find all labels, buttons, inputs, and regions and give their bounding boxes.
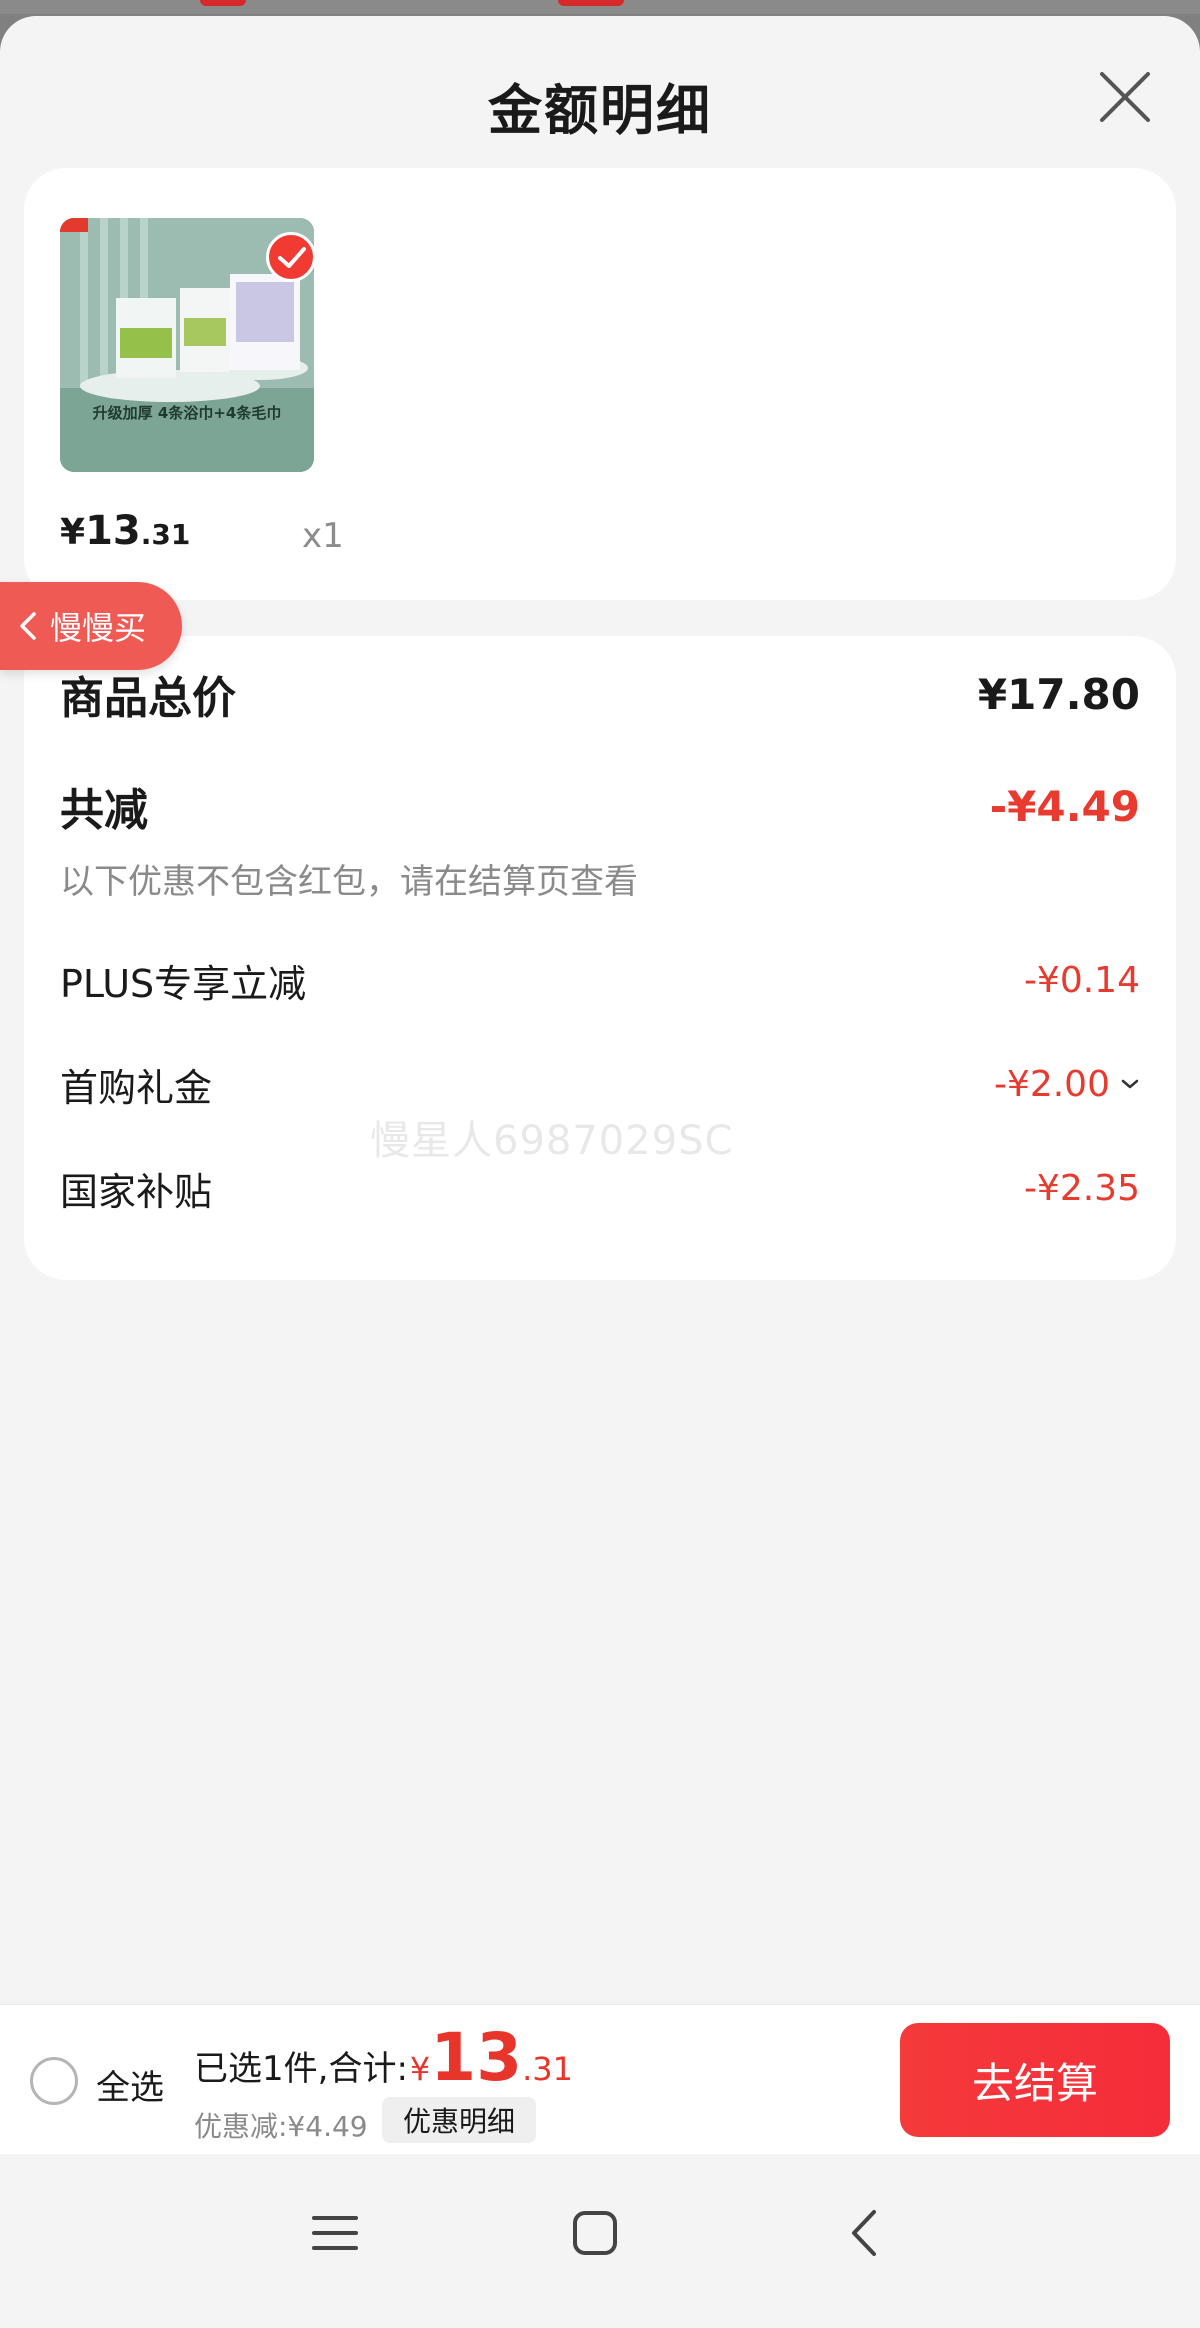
chevron-down-icon xyxy=(1121,1079,1139,1089)
background-mark xyxy=(558,0,624,6)
selected-check-badge[interactable] xyxy=(266,232,314,282)
price-integer: 13 xyxy=(85,508,141,554)
product-price: ¥ 13 .31 xyxy=(60,508,190,560)
watermark: 慢星人6987029SC xyxy=(370,1118,734,1164)
product-card: 升级加厚 4条浴巾+4条毛巾 ¥ 13 .31 x1 xyxy=(24,168,1176,600)
select-all-radio[interactable] xyxy=(30,2057,78,2105)
total-label: 商品总价 xyxy=(60,673,236,724)
discount-value-expandable[interactable]: -¥2.00 xyxy=(994,1064,1140,1105)
home-icon[interactable] xyxy=(570,2208,620,2258)
amount-detail-sheet: 金额明细 升级加厚 4条浴巾+4条毛巾 ¥ 13 .31 x1 慢慢买 商品总价… xyxy=(0,16,1200,2328)
discount-note: 以下优惠不包含红包，请在结算页查看 xyxy=(60,862,638,902)
discount-summary: 优惠减:¥4.49 xyxy=(194,2110,368,2143)
checkout-bar: 全选 已选1件,合计: ¥ 13 .31 优惠减:¥4.49 优惠明细 去结算 xyxy=(0,2004,1200,2154)
discount-label: PLUS专享立减 xyxy=(60,961,307,1006)
order-total: 已选1件,合计: ¥ 13 .31 xyxy=(194,2025,573,2091)
background-mark xyxy=(200,0,246,6)
total-integer: 13 xyxy=(430,2019,523,2096)
price-breakdown-card: 商品总价 ¥17.80 共减 -¥4.49 以下优惠不包含红包，请在结算页查看 … xyxy=(24,636,1176,1280)
price-decimal: .31 xyxy=(140,518,191,551)
discount-label: 首购礼金 xyxy=(60,1065,213,1110)
discount-row: PLUS专享立减 -¥0.14 xyxy=(60,952,1140,1008)
reduction-value: -¥4.49 xyxy=(989,781,1140,831)
reduction-row: 共减 -¥4.49 xyxy=(60,776,1140,837)
total-decimal: .31 xyxy=(522,2050,574,2088)
product-image[interactable]: 升级加厚 4条浴巾+4条毛巾 xyxy=(60,218,314,472)
discount-value: -¥2.35 xyxy=(1023,1167,1140,1209)
price-symbol: ¥ xyxy=(60,512,86,553)
total-value: ¥17.80 xyxy=(977,669,1140,719)
menu-icon[interactable] xyxy=(310,2208,360,2258)
chevron-left-icon xyxy=(20,612,36,640)
discount-value: -¥2.00 xyxy=(993,1063,1110,1105)
check-icon xyxy=(278,247,306,268)
close-icon xyxy=(1100,72,1150,122)
checkout-button[interactable]: 去结算 xyxy=(900,2023,1170,2137)
summary-label: 已选1件,合计: xyxy=(194,2049,408,2089)
discount-label: 国家补贴 xyxy=(60,1169,213,1214)
select-all-label[interactable]: 全选 xyxy=(96,2060,164,2109)
product-quantity: x1 xyxy=(302,516,344,556)
system-nav-bar xyxy=(0,2154,1200,2328)
total-row: 商品总价 ¥17.80 xyxy=(60,664,1140,725)
total-symbol: ¥ xyxy=(409,2050,431,2088)
back-icon[interactable] xyxy=(840,2208,890,2258)
slow-buy-tab[interactable]: 慢慢买 xyxy=(0,582,182,670)
sheet-title: 金额明细 xyxy=(488,79,712,142)
reduction-label: 共减 xyxy=(60,785,148,836)
status-strip xyxy=(0,0,1200,14)
slow-buy-label: 慢慢买 xyxy=(50,609,147,647)
discount-row: 国家补贴 -¥2.35 xyxy=(60,1160,1140,1216)
discount-value: -¥0.14 xyxy=(1023,959,1140,1001)
discount-row[interactable]: 首购礼金 -¥2.00 xyxy=(60,1056,1140,1112)
close-button[interactable] xyxy=(1094,66,1156,128)
discount-detail-button[interactable]: 优惠明细 xyxy=(382,2097,536,2143)
product-image-caption: 升级加厚 4条浴巾+4条毛巾 xyxy=(92,404,282,422)
